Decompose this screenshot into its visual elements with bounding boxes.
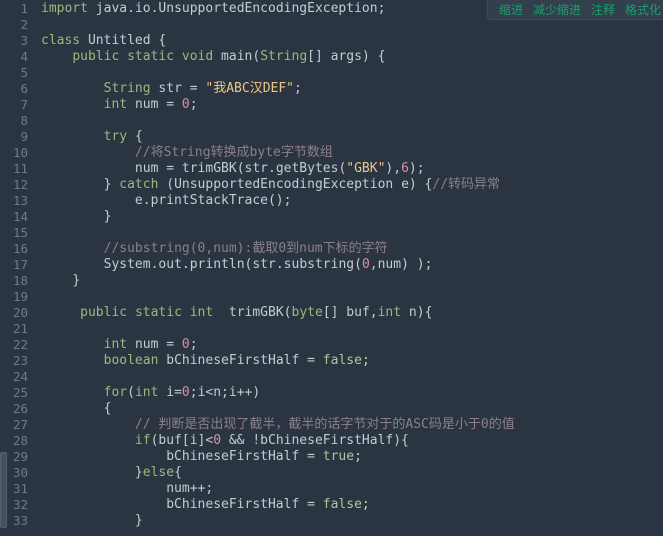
editor-toolbar[interactable]: 缩进 减少缩进 注释 格式化 (486, 0, 663, 20)
code-line[interactable] (41, 65, 663, 81)
code-line[interactable]: } catch (UnsupportedEncodingException e)… (41, 177, 663, 193)
code-line[interactable]: public static void main(String[] args) { (41, 49, 663, 65)
code-line[interactable]: public static int trimGBK(byte[] buf,int… (41, 305, 663, 321)
scrollbar-thumb[interactable] (0, 452, 7, 528)
code-line[interactable]: for(int i=0;i<n;i++) (41, 385, 663, 401)
code-line[interactable]: { (41, 401, 663, 417)
code-line[interactable]: //substring(0,num):截取0到num下标的字符 (41, 241, 663, 257)
code-line[interactable]: int num = 0; (41, 97, 663, 113)
code-line[interactable]: num++; (41, 481, 663, 497)
code-line[interactable] (41, 113, 663, 129)
toolbar-button-3[interactable]: 注释 (586, 1, 620, 19)
code-content-area[interactable]: import java.io.UnsupportedEncodingExcept… (30, 0, 663, 536)
toolbar-button-4[interactable]: 格式化 (620, 1, 661, 19)
code-line[interactable] (41, 225, 663, 241)
code-line[interactable]: if(buf[i]<0 && !bChineseFirstHalf){ (41, 433, 663, 449)
code-line[interactable]: int num = 0; (41, 337, 663, 353)
code-line[interactable]: bChineseFirstHalf = true; (41, 449, 663, 465)
code-line[interactable]: } (41, 273, 663, 289)
code-line[interactable]: boolean bChineseFirstHalf = false; (41, 353, 663, 369)
code-line[interactable]: //将String转换成byte字节数组 (41, 145, 663, 161)
code-line[interactable]: class Untitled { (41, 33, 663, 49)
code-line[interactable]: } (41, 513, 663, 529)
vertical-scrollbar[interactable] (0, 0, 7, 536)
code-line[interactable]: }else{ (41, 465, 663, 481)
code-line[interactable]: bChineseFirstHalf = false; (41, 497, 663, 513)
code-line[interactable]: } (41, 209, 663, 225)
code-line[interactable] (41, 369, 663, 385)
code-line[interactable]: try { (41, 129, 663, 145)
code-line[interactable] (41, 321, 663, 337)
code-line[interactable] (41, 289, 663, 305)
toolbar-button-2[interactable]: 减少缩进 (528, 1, 586, 19)
code-line[interactable]: String str = "我ABC汉DEF"; (41, 81, 663, 97)
code-editor[interactable]: 123▾4▾56789▾101112▾1314151617181920▾2122… (0, 0, 663, 536)
toolbar-button-1[interactable]: 缩进 (494, 1, 528, 19)
code-line[interactable]: System.out.println(str.substring(0,num) … (41, 257, 663, 273)
code-line[interactable]: num = trimGBK(str.getBytes("GBK"),6); (41, 161, 663, 177)
code-line[interactable]: // 判断是否出现了截半，截半的话字节对于的ASC码是小于0的值 (41, 417, 663, 433)
code-line[interactable]: e.printStackTrace(); (41, 193, 663, 209)
